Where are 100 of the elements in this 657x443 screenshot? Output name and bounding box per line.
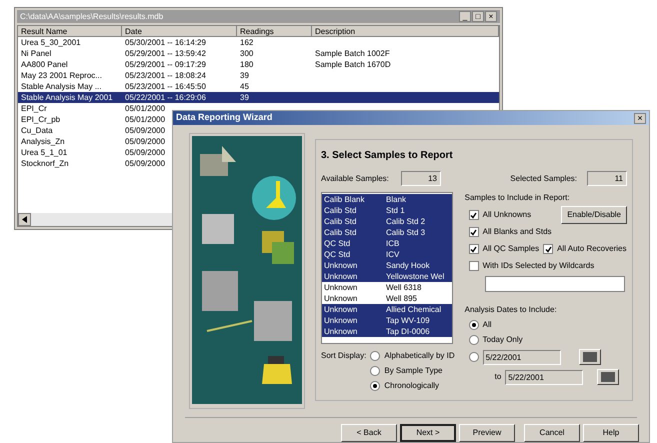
wizard-button[interactable]: < Back	[341, 424, 397, 442]
wizard-button[interactable]: Next >	[400, 424, 456, 442]
radio-button[interactable]	[468, 352, 479, 362]
table-row[interactable]: Stable Analysis May ... 05/23/2001 -- 16:45:50 45	[18, 81, 499, 92]
table-row[interactable]: Urea 5_30_2001 05/30/2001 -- 16:14:29 162	[18, 37, 499, 48]
date-to-field[interactable]: 5/22/2001	[505, 370, 584, 384]
table-cell-text: 180	[239, 59, 254, 70]
list-row[interactable]: Unknown Yellowstone Wel	[322, 271, 452, 282]
table-cell-text: 39	[239, 70, 250, 81]
table-cell-text: EPI_Cr_pb	[20, 114, 62, 125]
list-cell-text: Calib Std 2	[386, 216, 426, 227]
table-cell-text: 05/29/2001 -- 09:17:29	[124, 59, 207, 70]
list-row[interactable]: Unknown Tap DI-0006	[322, 326, 452, 337]
list-row[interactable]: Unknown Sandy Hook	[322, 260, 452, 271]
table-cell-text: Stable Analysis May 2001	[20, 92, 114, 103]
wizard-button[interactable]: Cancel	[524, 424, 580, 442]
table-row[interactable]: May 23 2001 Reproc... 05/23/2001 -- 18:08:24 39	[18, 70, 499, 81]
table-cell-text: Sample Batch 1002F	[314, 48, 391, 59]
checkbox[interactable]	[468, 227, 479, 237]
list-row[interactable]: QC Std ICV	[322, 249, 452, 260]
table-cell-text: 05/29/2001 -- 13:59:42	[124, 48, 207, 59]
list-cell-text: Sandy Hook	[386, 260, 431, 271]
column-header[interactable]: Date	[122, 26, 237, 37]
checkbox[interactable]	[468, 244, 479, 254]
field-label: Selected Samples:	[510, 172, 577, 184]
checkbox-label: All Blanks and Stds	[482, 226, 552, 238]
list-row[interactable]: Unknown Well 895	[322, 293, 452, 304]
table-cell-text: 162	[239, 37, 254, 48]
table-cell-text: 05/01/2000	[124, 114, 166, 125]
list-cell-text: Calib Std	[324, 216, 358, 227]
step-heading: 3. Select Samples to Report	[321, 149, 454, 163]
radio-button[interactable]	[370, 366, 380, 376]
calendar-button[interactable]	[597, 369, 620, 385]
radio-button[interactable]	[468, 320, 479, 330]
list-row[interactable]: Unknown Tap WV-109	[322, 315, 452, 326]
list-cell-text: Calib Blank	[324, 194, 366, 205]
window-title: C:\data\AA\samples\Results\results.mdb	[20, 10, 164, 22]
table-cell-text: 05/30/2001 -- 16:14:29	[124, 37, 207, 48]
window-control[interactable]: □	[472, 11, 484, 22]
table-cell-text: Sample Batch 1670D	[314, 59, 392, 70]
list-row[interactable]: Unknown Allied Chemical	[322, 304, 452, 315]
list-row[interactable]: Unknown Well 6318	[322, 282, 452, 293]
section-label: Analysis Dates to Include:	[464, 304, 558, 316]
table-row[interactable]: Ni Panel 05/29/2001 -- 13:59:42 300 Sample Batch 1002F	[18, 48, 499, 59]
table-cell-text: Stocknorf_Zn	[20, 158, 70, 169]
wizard-button[interactable]: Preview	[459, 424, 515, 442]
list-cell-text: Tap DI-0006	[386, 326, 431, 337]
list-cell-text: QC Std	[324, 249, 352, 260]
list-cell-text: Unknown	[324, 260, 358, 271]
table-cell-text: 05/09/2000	[124, 125, 166, 136]
close-button[interactable]: ×	[634, 112, 646, 124]
radio-button[interactable]	[370, 381, 380, 391]
enable-disable-button[interactable]: Enable/Disable	[561, 206, 627, 224]
window-control[interactable]: _	[459, 11, 471, 22]
table-row[interactable]: AA800 Panel 05/29/2001 -- 09:17:29 180 Sample Batch 1670D	[18, 59, 499, 70]
table-cell-text: 45	[239, 81, 250, 92]
radio-label: All	[482, 319, 492, 331]
scroll-left-icon[interactable]	[18, 213, 31, 226]
section-label: Samples to Include in Report:	[464, 192, 571, 204]
radio-label: Chronologically	[384, 380, 440, 392]
column-header[interactable]: Description	[312, 26, 499, 37]
selected-count-field: 11	[587, 171, 627, 186]
list-cell-text: Well 6318	[386, 282, 422, 293]
date-from-field[interactable]: 5/22/2001	[482, 350, 561, 364]
table-row[interactable]: EPI_Cr 05/01/2000	[18, 103, 499, 114]
checkmark-icon	[470, 246, 478, 252]
table-cell-text: 05/22/2001 -- 16:29:06	[124, 92, 207, 103]
sample-list[interactable]	[321, 192, 453, 344]
checkbox[interactable]	[468, 210, 479, 220]
list-row[interactable]: Calib Blank Blank	[322, 194, 452, 205]
table-row[interactable]: Stable Analysis May 2001 05/22/2001 -- 16:29:06 39	[18, 92, 499, 103]
table-cell-text: 05/09/2000	[124, 147, 166, 158]
list-cell-text: Calib Std	[324, 227, 358, 238]
checkbox[interactable]	[468, 261, 479, 271]
available-count-field: 13	[401, 171, 441, 186]
table-cell-text: Ni Panel	[20, 48, 52, 59]
radio-label: By Sample Type	[384, 365, 442, 377]
column-header[interactable]: Result Name	[18, 26, 122, 37]
wizard-button[interactable]: Help	[583, 424, 639, 442]
list-cell-text: Blank	[386, 194, 408, 205]
checkmark-icon	[470, 212, 478, 218]
column-header[interactable]: Readings	[237, 26, 312, 37]
calendar-button[interactable]	[578, 349, 601, 365]
wildcard-input-field[interactable]	[484, 276, 625, 292]
table-cell-text: May 23 2001 Reproc...	[20, 70, 103, 81]
checkbox[interactable]	[543, 244, 554, 254]
list-cell-text: Well 895	[386, 293, 418, 304]
list-row[interactable]: Calib Std Calib Std 2	[322, 216, 452, 227]
radio-button[interactable]	[370, 351, 380, 361]
list-row[interactable]: QC Std ICB	[322, 238, 452, 249]
list-cell-text: Calib Std 3	[386, 227, 426, 238]
window-title: Data Reporting Wizard	[176, 111, 272, 124]
window-control[interactable]: ×	[485, 11, 497, 22]
list-cell-text: ICB	[386, 238, 400, 249]
list-cell-text: Unknown	[324, 315, 358, 326]
list-row[interactable]: Calib Std Calib Std 3	[322, 227, 452, 238]
radio-button[interactable]	[468, 335, 479, 345]
table-cell-text: Cu_Data	[20, 125, 54, 136]
list-cell-text: Yellowstone Wel	[386, 271, 446, 282]
list-row[interactable]: Calib Std Std 1	[322, 205, 452, 216]
